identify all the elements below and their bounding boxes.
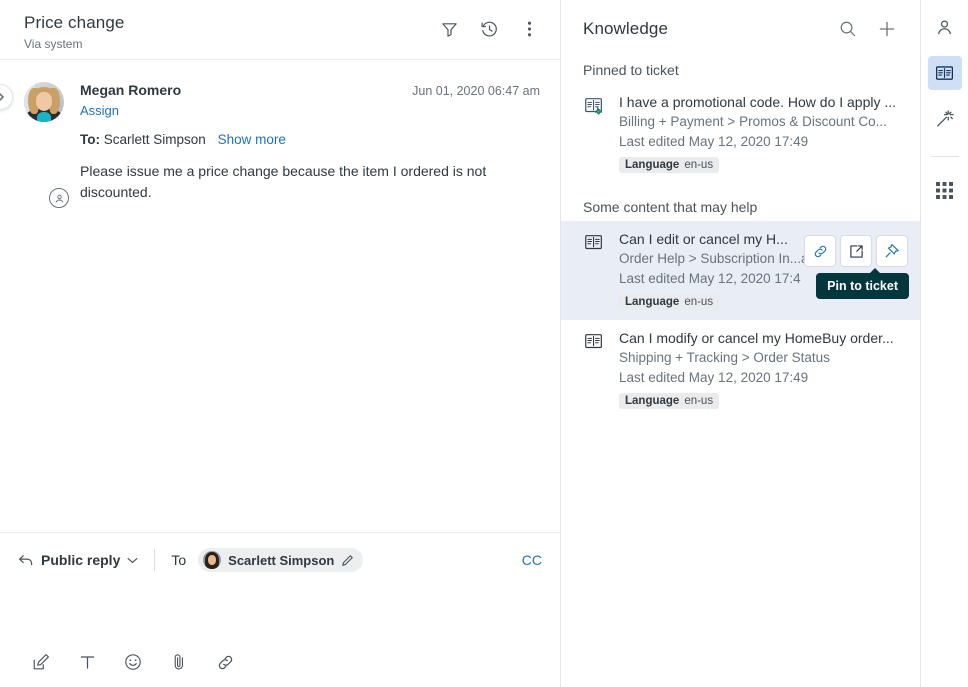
message-recipients: To: Scarlett Simpson Show more: [80, 132, 540, 147]
message-author: Megan Romero: [80, 82, 182, 98]
reply-arrow-icon: [19, 555, 33, 566]
attachment-icon[interactable]: [168, 651, 190, 673]
page-title: Price change: [24, 13, 125, 32]
edit-pencil-icon[interactable]: [341, 554, 354, 567]
knowledge-header-actions: [837, 18, 898, 40]
badge-key: Language: [625, 296, 680, 308]
ticket-source: Via system: [24, 37, 83, 51]
article-hover-actions: [804, 235, 908, 267]
knowledge-title: Knowledge: [583, 19, 669, 38]
composer-divider: [154, 549, 156, 571]
user-icon: [935, 18, 954, 37]
conversation-thread: Megan Romero Jun 01, 2020 06:47 am Assig…: [0, 60, 560, 532]
reply-composer: Public reply To Scarlett Simpson CC: [0, 532, 560, 687]
knowledge-article-icon: [583, 328, 605, 409]
list-item[interactable]: Can I edit or cancel my H... Order Help …: [561, 221, 920, 320]
recipient-avatar: [203, 551, 222, 569]
knowledge-article-icon: [583, 229, 605, 310]
avatar-wrapper: [24, 82, 69, 208]
tooltip-pin-to-ticket: Pin to ticket: [816, 268, 909, 299]
status-badge: Language en-us: [619, 393, 720, 409]
composer-to-label: To: [171, 552, 187, 568]
add-icon[interactable]: [876, 18, 898, 40]
article-path: Shipping + Tracking > Order Status: [619, 350, 830, 365]
search-icon[interactable]: [837, 18, 859, 40]
rail-item-apps[interactable]: [928, 173, 962, 207]
to-value: Scarlett Simpson: [103, 132, 206, 147]
more-options-icon[interactable]: [516, 16, 542, 42]
ticket-header-actions: [436, 12, 542, 42]
assign-link[interactable]: Assign: [80, 103, 119, 118]
knowledge-article-pinned-icon: [583, 92, 605, 173]
badge-value: en-us: [684, 159, 714, 171]
emoji-icon[interactable]: [122, 651, 144, 673]
message-item: Megan Romero Jun 01, 2020 06:47 am Assig…: [24, 82, 540, 208]
section-heading-pinned: Pinned to ticket: [583, 62, 679, 78]
chevron-down-icon: [127, 557, 138, 564]
rich-text-icon[interactable]: [30, 651, 52, 673]
list-item[interactable]: Can I modify or cancel my HomeBuy order.…: [561, 320, 920, 419]
knowledge-panel: Knowledge Pinned to ticket I have a prom…: [561, 0, 921, 687]
article-title: Can I modify or cancel my HomeBuy order.…: [619, 330, 894, 346]
recipient-pill[interactable]: Scarlett Simpson: [198, 548, 364, 572]
right-icon-rail: [921, 0, 968, 687]
rail-item-customer-context[interactable]: [928, 10, 962, 44]
avatar: [24, 82, 64, 122]
text-format-icon[interactable]: [76, 651, 98, 673]
to-label: To:: [80, 132, 100, 147]
list-item-body: Can I modify or cancel my HomeBuy order.…: [619, 328, 898, 409]
article-path: Billing + Payment > Promos & Discount Co…: [619, 114, 887, 129]
reply-type-label: Public reply: [41, 552, 121, 568]
article-last-edited: Last edited May 12, 2020 17:49: [619, 370, 809, 385]
reply-type-dropdown[interactable]: Public reply: [18, 552, 138, 568]
badge-key: Language: [625, 395, 680, 407]
magic-wand-icon: [935, 109, 955, 129]
message-meta: Megan Romero Jun 01, 2020 06:47 am: [80, 82, 540, 98]
message-body: Megan Romero Jun 01, 2020 06:47 am Assig…: [80, 82, 540, 203]
history-icon[interactable]: [476, 16, 502, 42]
list-item-body: I have a promotional code. How do I appl…: [619, 92, 898, 173]
article-title: I have a promotional code. How do I appl…: [619, 94, 897, 110]
section-heading-suggested: Some content that may help: [583, 199, 758, 215]
filter-icon[interactable]: [436, 16, 462, 42]
badge-value: en-us: [684, 395, 714, 407]
composer-textarea[interactable]: [18, 573, 542, 651]
apps-grid-icon: [936, 181, 953, 199]
article-last-edited: Last edited May 12, 2020 17:49: [619, 134, 809, 149]
copy-link-icon[interactable]: [804, 235, 836, 267]
open-external-icon[interactable]: [840, 235, 872, 267]
knowledge-book-icon: [934, 63, 955, 84]
knowledge-header: Knowledge: [561, 0, 920, 46]
ticket-pane: Price change Via system Megan Romero Jun…: [0, 0, 561, 687]
message-timestamp: Jun 01, 2020 06:47 am: [412, 84, 540, 98]
status-badge: Language en-us: [619, 157, 720, 173]
badge-value: en-us: [684, 296, 714, 308]
message-text: Please issue me a price change because t…: [80, 163, 487, 200]
end-user-badge-icon: [49, 188, 69, 208]
app-root: Price change Via system Megan Romero Jun…: [0, 0, 968, 687]
badge-key: Language: [625, 159, 680, 171]
ticket-title-block: Price change Via system: [24, 12, 436, 52]
composer-toolbar-top: Public reply To Scarlett Simpson CC: [18, 547, 542, 573]
status-badge: Language en-us: [619, 294, 720, 310]
recipient-name: Scarlett Simpson: [228, 552, 335, 568]
ticket-header: Price change Via system: [0, 0, 560, 60]
rail-divider: [930, 156, 959, 157]
show-more-link[interactable]: Show more: [218, 132, 286, 147]
rail-item-suggestions[interactable]: [928, 102, 962, 136]
cc-button[interactable]: CC: [522, 552, 542, 568]
rail-item-knowledge[interactable]: [927, 56, 962, 90]
composer-tools: [18, 651, 542, 675]
pin-icon[interactable]: [876, 235, 908, 267]
link-icon[interactable]: [214, 651, 236, 673]
list-item[interactable]: I have a promotional code. How do I appl…: [561, 84, 920, 183]
